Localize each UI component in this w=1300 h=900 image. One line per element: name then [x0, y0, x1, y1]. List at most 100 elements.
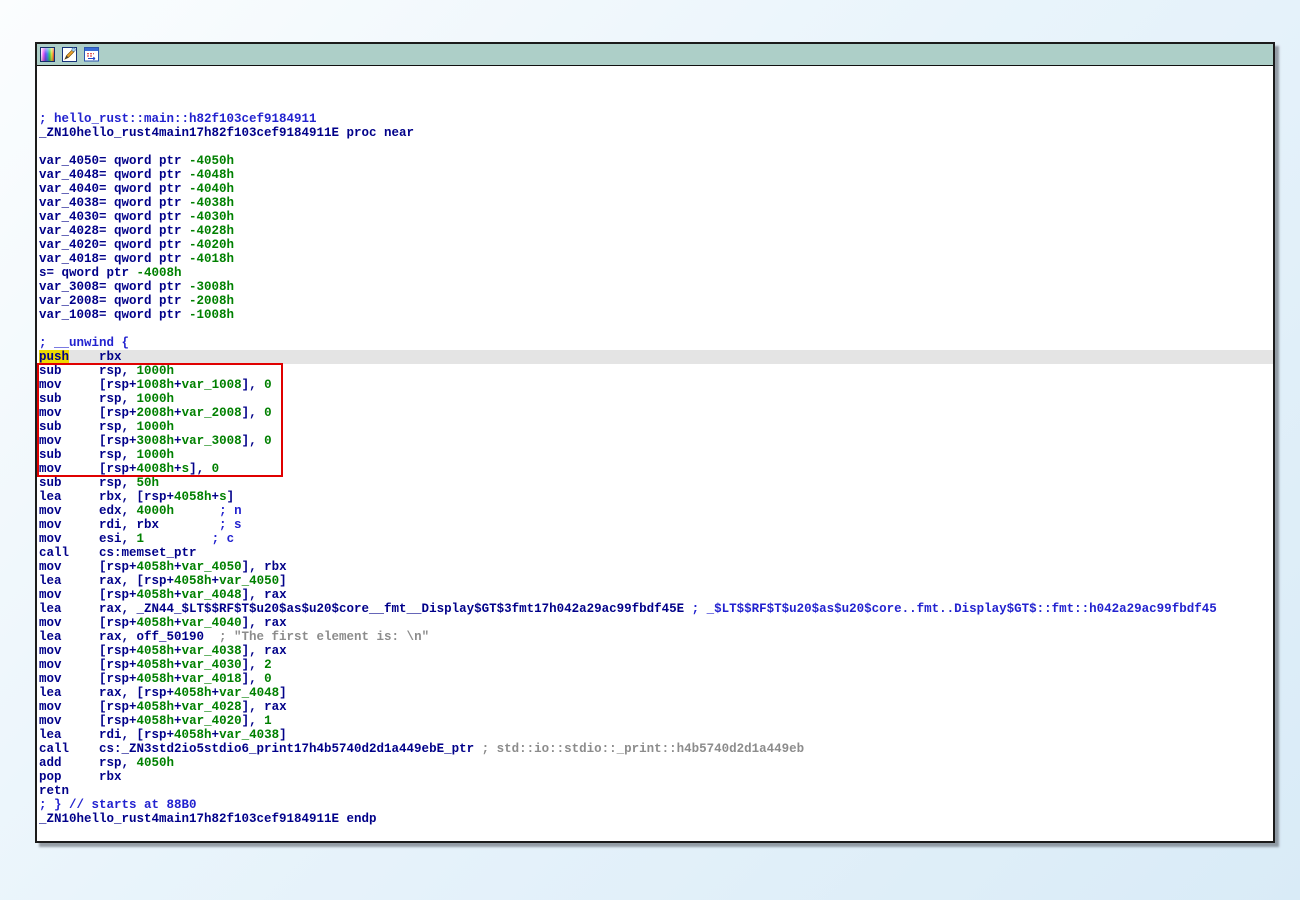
asm-line[interactable]: var_3008= qword ptr -3008h — [39, 280, 1273, 294]
asm-segment: -3008h — [189, 280, 234, 294]
asm-segment: _ZN10hello_rust4main17h82f103cef9184911E… — [39, 126, 414, 140]
asm-line[interactable]: lea rax, off_50190 ; "The first element … — [39, 630, 1273, 644]
asm-line[interactable]: pop rbx — [39, 770, 1273, 784]
asm-line[interactable]: sub rsp, 50h — [39, 476, 1273, 490]
asm-line[interactable]: mov [rsp+4058h+var_4038], rax — [39, 644, 1273, 658]
asm-line[interactable]: var_4020= qword ptr -4020h — [39, 238, 1273, 252]
asm-line[interactable]: var_4018= qword ptr -4018h — [39, 252, 1273, 266]
asm-segment: 4058h — [174, 686, 212, 700]
asm-line[interactable]: mov [rsp+4008h+s], 0 — [39, 462, 1273, 476]
asm-line[interactable]: var_4040= qword ptr -4040h — [39, 182, 1273, 196]
asm-segment: ], — [189, 462, 212, 476]
asm-line[interactable]: mov [rsp+4058h+var_4020], 1 — [39, 714, 1273, 728]
asm-segment: var_3008= qword ptr — [39, 280, 189, 294]
disassembly-window: ; hello_rust::main::h82f103cef9184911_ZN… — [35, 42, 1275, 843]
asm-line[interactable]: mov [rsp+4058h+var_4028], rax — [39, 700, 1273, 714]
asm-line[interactable]: _ZN10hello_rust4main17h82f103cef9184911E… — [39, 126, 1273, 140]
asm-segment: add rsp, — [39, 756, 137, 770]
asm-segment: ], — [242, 378, 265, 392]
asm-line[interactable]: lea rax, [rsp+4058h+var_4050] — [39, 574, 1273, 588]
asm-line[interactable]: mov [rsp+4058h+var_4040], rax — [39, 616, 1273, 630]
asm-line[interactable]: ; hello_rust::main::h82f103cef9184911 — [39, 112, 1273, 126]
asm-segment: ; hello_rust::main::h82f103cef9184911 — [39, 112, 317, 126]
asm-segment: 0 — [264, 434, 272, 448]
asm-line[interactable]: add rsp, 4050h — [39, 756, 1273, 770]
asm-segment: 4058h — [174, 728, 212, 742]
asm-segment: mov [rsp+ — [39, 462, 137, 476]
colors-button[interactable] — [39, 46, 56, 63]
asm-line[interactable]: retn — [39, 784, 1273, 798]
asm-segment: 0 — [212, 462, 220, 476]
asm-line[interactable]: lea rax, _ZN44_$LT$$RF$T$u20$as$u20$core… — [39, 602, 1273, 616]
asm-line[interactable]: lea rdi, [rsp+4058h+var_4038] — [39, 728, 1273, 742]
asm-line[interactable]: mov rdi, rbx ; s — [39, 518, 1273, 532]
asm-segment: ; } // starts at 88B0 — [39, 798, 197, 812]
edit-button[interactable] — [61, 46, 78, 63]
asm-line[interactable]: ; } // starts at 88B0 — [39, 798, 1273, 812]
asm-line[interactable] — [39, 70, 1273, 84]
asm-segment: + — [174, 672, 182, 686]
asm-line[interactable] — [39, 140, 1273, 154]
asm-line[interactable] — [39, 98, 1273, 112]
asm-segment: 4058h — [137, 672, 175, 686]
asm-line[interactable]: var_1008= qword ptr -1008h — [39, 308, 1273, 322]
asm-line[interactable]: var_2008= qword ptr -2008h — [39, 294, 1273, 308]
asm-segment: -4028h — [189, 224, 234, 238]
asm-segment: var_4048 — [182, 588, 242, 602]
asm-line[interactable]: push rbx — [39, 350, 1273, 364]
asm-line[interactable]: var_4048= qword ptr -4048h — [39, 168, 1273, 182]
asm-line[interactable]: sub rsp, 1000h — [39, 448, 1273, 462]
asm-line[interactable]: ; __unwind { — [39, 336, 1273, 350]
asm-line[interactable]: mov [rsp+1008h+var_1008], 0 — [39, 378, 1273, 392]
asm-segment: 1 — [137, 532, 145, 546]
asm-line[interactable] — [39, 322, 1273, 336]
asm-segment: ], rbx — [242, 560, 287, 574]
asm-line[interactable]: call cs:_ZN3std2io5stdio6_print17h4b5740… — [39, 742, 1273, 756]
asm-segment: var_2008 — [182, 406, 242, 420]
asm-segment: var_4020 — [182, 714, 242, 728]
asm-segment: + — [174, 588, 182, 602]
text-view-button[interactable] — [83, 46, 100, 63]
asm-line[interactable]: mov [rsp+3008h+var_3008], 0 — [39, 434, 1273, 448]
asm-line[interactable]: sub rsp, 1000h — [39, 364, 1273, 378]
asm-segment: mov [rsp+ — [39, 616, 137, 630]
asm-segment: var_4048= qword ptr — [39, 168, 189, 182]
asm-segment: var_4040= qword ptr — [39, 182, 189, 196]
asm-line[interactable]: mov [rsp+4058h+var_4018], 0 — [39, 672, 1273, 686]
asm-segment: var_4028 — [182, 700, 242, 714]
asm-segment: 4058h — [174, 574, 212, 588]
asm-line[interactable]: lea rbx, [rsp+4058h+s] — [39, 490, 1273, 504]
asm-segment: lea rax, [rsp+ — [39, 686, 174, 700]
highlighted-word: push — [39, 350, 69, 364]
asm-line[interactable]: sub rsp, 1000h — [39, 420, 1273, 434]
asm-line[interactable]: _ZN10hello_rust4main17h82f103cef9184911E… — [39, 812, 1273, 826]
asm-segment: + — [174, 378, 182, 392]
asm-segment: 3008h — [137, 434, 175, 448]
asm-line[interactable]: mov edx, 4000h ; n — [39, 504, 1273, 518]
asm-segment — [144, 532, 212, 546]
asm-segment: mov [rsp+ — [39, 644, 137, 658]
asm-line[interactable] — [39, 84, 1273, 98]
asm-line[interactable]: var_4038= qword ptr -4038h — [39, 196, 1273, 210]
asm-line[interactable]: lea rax, [rsp+4058h+var_4048] — [39, 686, 1273, 700]
asm-line[interactable]: mov [rsp+4058h+var_4048], rax — [39, 588, 1273, 602]
asm-segment: 1000h — [137, 420, 175, 434]
asm-segment: sub rsp, — [39, 476, 137, 490]
asm-line[interactable]: var_4050= qword ptr -4050h — [39, 154, 1273, 168]
asm-segment: ] — [227, 490, 235, 504]
asm-segment: 4058h — [174, 490, 212, 504]
asm-line[interactable]: mov [rsp+2008h+var_2008], 0 — [39, 406, 1273, 420]
asm-segment: var_1008 — [182, 378, 242, 392]
edit-pencil-icon — [62, 47, 77, 62]
asm-line[interactable]: s= qword ptr -4008h — [39, 266, 1273, 280]
asm-line[interactable]: call cs:memset_ptr — [39, 546, 1273, 560]
asm-line[interactable]: sub rsp, 1000h — [39, 392, 1273, 406]
asm-line[interactable]: mov [rsp+4058h+var_4050], rbx — [39, 560, 1273, 574]
asm-line[interactable]: var_4028= qword ptr -4028h — [39, 224, 1273, 238]
asm-line[interactable]: var_4030= qword ptr -4030h — [39, 210, 1273, 224]
asm-line[interactable]: mov esi, 1 ; c — [39, 532, 1273, 546]
asm-segment: var_3008 — [182, 434, 242, 448]
asm-segment: var_4020= qword ptr — [39, 238, 189, 252]
asm-segment: call cs:_ZN3std2io5stdio6_print17h4b5740… — [39, 742, 482, 756]
asm-line[interactable]: mov [rsp+4058h+var_4030], 2 — [39, 658, 1273, 672]
